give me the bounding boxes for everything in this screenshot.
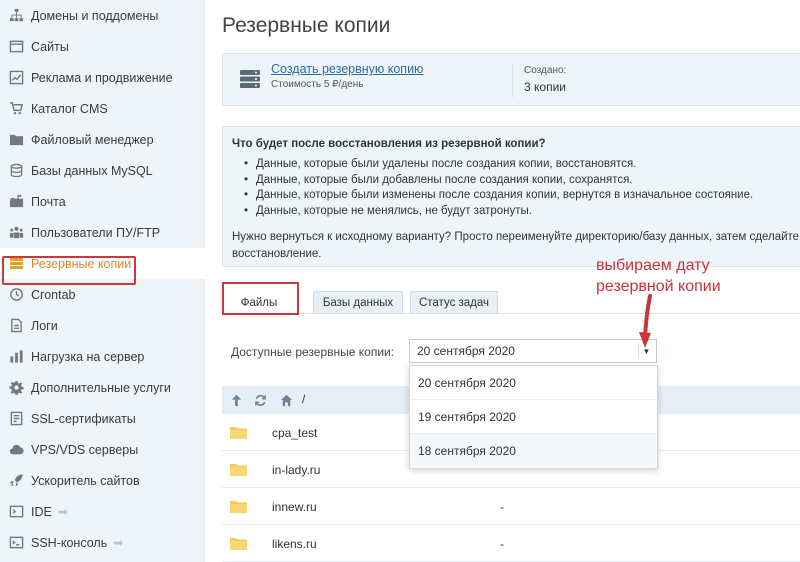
restore-info-panel: Что будет после восстановления из резерв… (222, 126, 800, 267)
breadcrumb[interactable]: / (302, 392, 305, 406)
clock-icon (8, 287, 24, 303)
table-row[interactable]: innew.ru - (222, 488, 800, 525)
sidebar-item-mysql[interactable]: Базы данных MySQL (0, 155, 204, 186)
gear-icon (8, 380, 24, 396)
sidebar-item-label: Файловый менеджер (31, 132, 154, 147)
annotation-arrow-icon (639, 294, 652, 348)
sidebar-item-label: Каталог CMS (31, 101, 108, 116)
annotation-text: выбираем дату резервной копии (596, 255, 756, 297)
backup-date-selected: 20 сентября 2020 (417, 344, 515, 358)
sidebar-item-file-manager[interactable]: Файловый менеджер (0, 124, 204, 155)
sidebar-item-label: Почта (31, 194, 66, 209)
sidebar-item-label: Пользователи ПУ/FTP (31, 225, 161, 240)
create-backup-link[interactable]: Создать резервную копию (271, 62, 423, 76)
sidebar-item-label: Ускоритель сайтов (31, 473, 140, 488)
chart-icon (8, 70, 24, 86)
table-row[interactable]: likens.ru - (222, 525, 800, 562)
list-item: Данные, которые были удалены после созда… (244, 157, 792, 173)
home-icon[interactable] (278, 392, 294, 408)
sidebar-item-label: SSL-сертификаты (31, 411, 136, 426)
dropdown-option[interactable]: 20 сентября 2020 (410, 366, 657, 400)
file-name[interactable]: innew.ru (272, 500, 317, 514)
folder-icon (8, 132, 24, 148)
sidebar-item-cms-catalog[interactable]: Каталог CMS (0, 93, 204, 124)
backup-cost: Стоимость 5 ₽/день (271, 79, 364, 90)
folder-icon (230, 501, 247, 513)
arrow-up-icon[interactable] (228, 392, 244, 408)
summary-divider (512, 64, 513, 97)
available-backups-label: Доступные резервные копии: (231, 345, 395, 359)
database-icon (8, 163, 24, 179)
ide-icon (8, 504, 24, 520)
folder-icon (230, 464, 247, 476)
list-item: Данные, которые были изменены после созд… (244, 188, 792, 204)
sidebar-item-label: Базы данных MySQL (31, 163, 153, 178)
sidebar-item-users[interactable]: Пользователи ПУ/FTP (0, 217, 204, 248)
sidebar-item-label: IDE (31, 504, 52, 519)
sitemap-icon (8, 8, 24, 24)
created-count: 3 копии (524, 80, 566, 94)
sidebar-item-ssl[interactable]: SSL-сертификаты (0, 403, 204, 434)
load-chart-icon (8, 349, 24, 365)
sidebar-item-label: Домены и поддомены (31, 8, 159, 23)
sidebar-item-label: Сайты (31, 39, 69, 54)
annotation-line-2: резервной копии (596, 278, 721, 295)
sidebar-item-domains[interactable]: Домены и поддомены (0, 0, 204, 31)
sidebar-item-mail[interactable]: Почта (0, 186, 204, 217)
window-icon (8, 39, 24, 55)
backup-date-select[interactable]: 20 сентября 2020 ▼ (409, 339, 657, 363)
tab-databases[interactable]: Базы данных (313, 291, 403, 313)
file-name[interactable]: cpa_test (272, 426, 317, 440)
sidebar-item-sites[interactable]: Сайты (0, 31, 204, 62)
restore-info-list: Данные, которые были удалены после созда… (232, 157, 792, 219)
sidebar-item-advertising[interactable]: Реклама и продвижение (0, 62, 204, 93)
sidebar-item-label: Crontab (31, 287, 76, 302)
dropdown-option[interactable]: 18 сентября 2020 (410, 434, 657, 468)
created-label: Создано: (524, 65, 567, 76)
file-size: - (500, 537, 504, 551)
sidebar-item-label: Дополнительные услуги (31, 380, 171, 395)
sidebar-item-extra-services[interactable]: Дополнительные услуги (0, 372, 204, 403)
server-icon (239, 68, 261, 90)
cloud-icon (8, 442, 24, 458)
refresh-icon[interactable] (252, 392, 268, 408)
sidebar-item-label: Нагрузка на сервер (31, 349, 145, 364)
external-arrow-icon: ➡ (57, 504, 68, 519)
folder-icon (230, 538, 247, 550)
sidebar-item-label: VPS/VDS серверы (31, 442, 139, 457)
rocket-icon (8, 473, 24, 489)
restore-info-title: Что будет после восстановления из резерв… (232, 138, 546, 150)
folder-icon (230, 427, 247, 439)
highlight-frame-tab (222, 282, 299, 315)
cart-icon (8, 101, 24, 117)
tab-task-status[interactable]: Статус задач (410, 291, 498, 313)
dropdown-option[interactable]: 19 сентября 2020 (410, 400, 657, 434)
highlight-frame-sidebar (2, 256, 136, 285)
mailbox-icon (8, 194, 24, 210)
sidebar-item-vps[interactable]: VPS/VDS серверы (0, 434, 204, 465)
sidebar-item-label: Реклама и продвижение (31, 70, 173, 85)
sidebar-item-ide[interactable]: IDE ➡ (0, 496, 204, 527)
log-icon (8, 318, 24, 334)
file-size: - (500, 500, 504, 514)
users-icon (8, 225, 24, 241)
terminal-icon (8, 535, 24, 551)
backup-summary-panel: Создать резервную копию Стоимость 5 ₽/де… (222, 53, 800, 106)
file-name[interactable]: likens.ru (272, 537, 317, 551)
list-item: Данные, которые не менялись, не будут за… (244, 204, 792, 220)
sidebar-item-server-load[interactable]: Нагрузка на сервер (0, 341, 204, 372)
sidebar-item-ssh[interactable]: SSH-консоль ➡ (0, 527, 204, 558)
external-arrow-icon: ➡ (113, 535, 124, 550)
backup-date-dropdown: 20 сентября 2020 19 сентября 2020 18 сен… (409, 365, 658, 469)
page-title: Резервные копии (222, 14, 391, 37)
tab-divider (222, 313, 800, 314)
sidebar-item-accelerator[interactable]: Ускоритель сайтов (0, 465, 204, 496)
sidebar-item-logs[interactable]: Логи (0, 310, 204, 341)
file-name[interactable]: in-lady.ru (272, 463, 320, 477)
list-item: Данные, которые были добавлены после соз… (244, 173, 792, 189)
certificate-icon (8, 411, 24, 427)
annotation-line-1: выбираем дату (596, 257, 710, 274)
sidebar-item-label: Логи (31, 318, 58, 333)
sidebar-item-label: SSH-консоль (31, 535, 108, 550)
